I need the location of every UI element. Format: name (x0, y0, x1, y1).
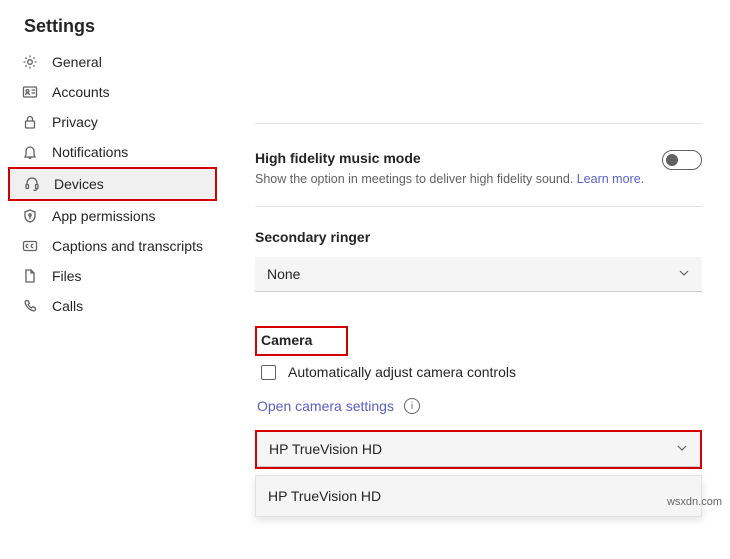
page-title: Settings (0, 0, 730, 47)
hifi-toggle[interactable] (662, 150, 702, 170)
select-value: None (267, 266, 300, 282)
camera-title: Camera (255, 326, 348, 356)
sidebar-item-label: Notifications (52, 144, 128, 160)
main-content: High fidelity music mode Show the option… (225, 47, 730, 559)
bell-icon (22, 144, 38, 160)
select-value: HP TrueVision HD (269, 441, 382, 457)
chevron-down-icon (676, 441, 688, 457)
sidebar-item-label: Captions and transcripts (52, 238, 203, 254)
sidebar-item-captions-transcripts[interactable]: Captions and transcripts (8, 231, 217, 261)
headset-icon (24, 176, 40, 192)
camera-select[interactable]: HP TrueVision HD (257, 432, 700, 467)
sidebar-item-files[interactable]: Files (8, 261, 217, 291)
auto-adjust-checkbox[interactable] (261, 365, 276, 380)
hifi-title: High fidelity music mode (255, 150, 644, 166)
secondary-ringer-select[interactable]: None (255, 257, 702, 292)
cc-icon (22, 238, 38, 254)
sidebar: General Accounts Privacy Notifications D… (0, 47, 225, 559)
chevron-down-icon (678, 266, 690, 282)
sidebar-item-label: Privacy (52, 114, 98, 130)
watermark: wsxdn.com (667, 496, 722, 508)
open-camera-settings-link[interactable]: Open camera settings (257, 398, 394, 414)
sidebar-item-app-permissions[interactable]: App permissions (8, 201, 217, 231)
sidebar-item-label: General (52, 54, 102, 70)
hifi-learn-more-link[interactable]: Learn more. (577, 172, 644, 186)
sidebar-item-devices[interactable]: Devices (8, 167, 217, 201)
sidebar-item-accounts[interactable]: Accounts (8, 77, 217, 107)
phone-icon (22, 298, 38, 314)
sidebar-item-label: App permissions (52, 208, 156, 224)
sidebar-item-notifications[interactable]: Notifications (8, 137, 217, 167)
shield-key-icon (22, 208, 38, 224)
sidebar-item-label: Calls (52, 298, 83, 314)
sidebar-item-calls[interactable]: Calls (8, 291, 217, 321)
hifi-sub: Show the option in meetings to deliver h… (255, 172, 644, 206)
sidebar-item-general[interactable]: General (8, 47, 217, 77)
secondary-ringer-title: Secondary ringer (255, 207, 702, 257)
lock-icon (22, 114, 38, 130)
gear-icon (22, 54, 38, 70)
sidebar-item-label: Accounts (52, 84, 110, 100)
id-card-icon (22, 84, 38, 100)
camera-option[interactable]: HP TrueVision HD (256, 476, 701, 516)
camera-dropdown-list: HP TrueVision HD (255, 475, 702, 517)
sidebar-item-privacy[interactable]: Privacy (8, 107, 217, 137)
auto-adjust-label: Automatically adjust camera controls (288, 364, 516, 380)
sidebar-item-label: Files (52, 268, 82, 284)
sidebar-item-label: Devices (54, 176, 104, 192)
info-icon[interactable]: i (404, 398, 420, 414)
file-icon (22, 268, 38, 284)
